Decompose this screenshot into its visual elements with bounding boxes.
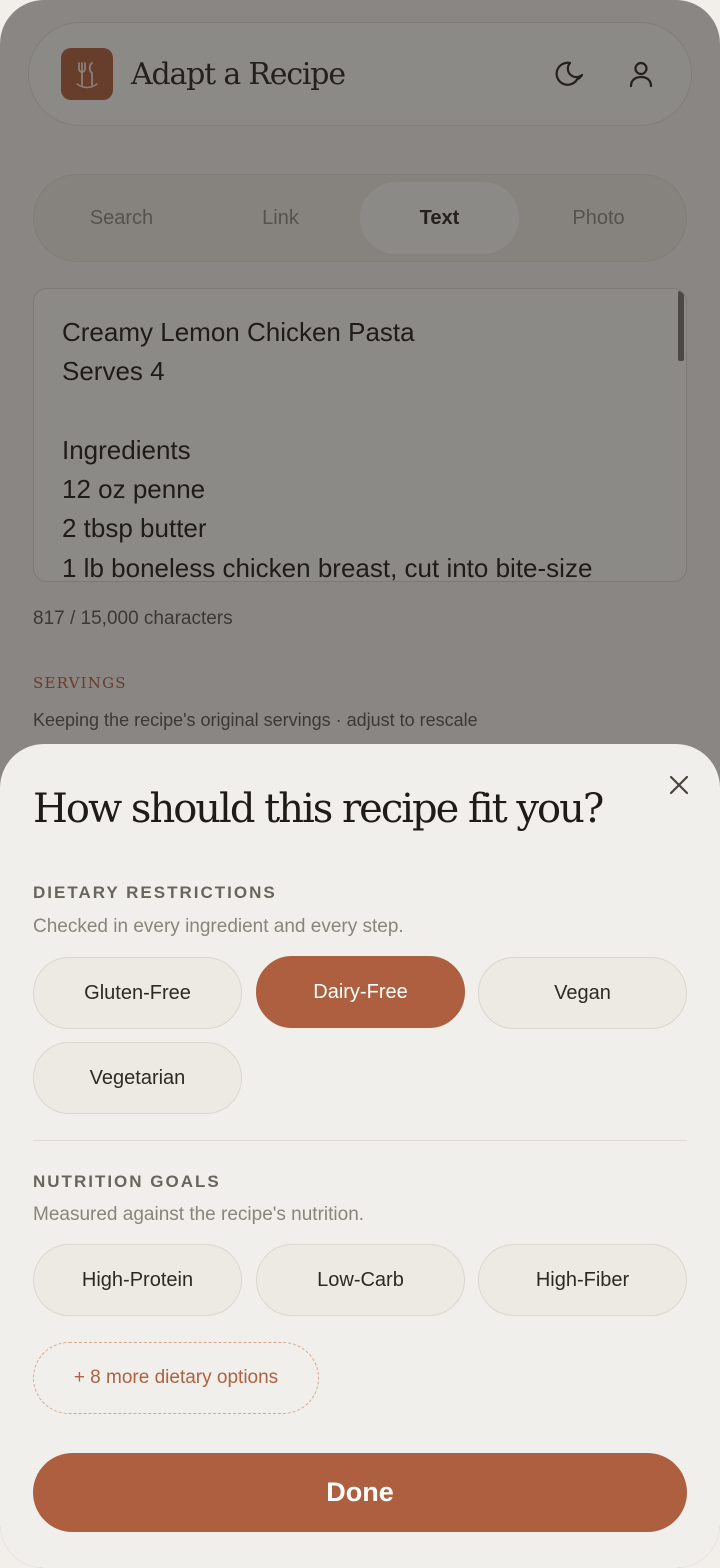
more-dietary-options-button[interactable]: + 8 more dietary options	[33, 1342, 319, 1414]
chip-dairy-free[interactable]: Dairy-Free	[256, 956, 465, 1028]
chip-gluten-free[interactable]: Gluten-Free	[33, 957, 242, 1029]
dietary-restrictions-subtext: Checked in every ingredient and every st…	[33, 916, 404, 937]
close-icon[interactable]	[662, 768, 696, 802]
done-button[interactable]: Done	[33, 1453, 687, 1532]
chip-low-carb[interactable]: Low-Carb	[256, 1244, 465, 1316]
section-divider	[33, 1140, 687, 1141]
nutrition-goals-subtext: Measured against the recipe's nutrition.	[33, 1204, 365, 1225]
sheet-title: How should this recipe fit you?	[33, 786, 604, 832]
dietary-restrictions-label: DIETARY RESTRICTIONS	[33, 883, 277, 902]
chip-vegetarian[interactable]: Vegetarian	[33, 1042, 242, 1114]
nutrition-goals-label: NUTRITION GOALS	[33, 1172, 221, 1191]
chip-high-fiber[interactable]: High-Fiber	[478, 1244, 687, 1316]
diet-preferences-sheet: How should this recipe fit you? DIETARY …	[0, 744, 720, 1568]
app-frame: Adapt a Recipe Search Link Text Photo Cr…	[0, 0, 720, 1568]
chip-high-protein[interactable]: High-Protein	[33, 1244, 242, 1316]
chip-vegan[interactable]: Vegan	[478, 957, 687, 1029]
